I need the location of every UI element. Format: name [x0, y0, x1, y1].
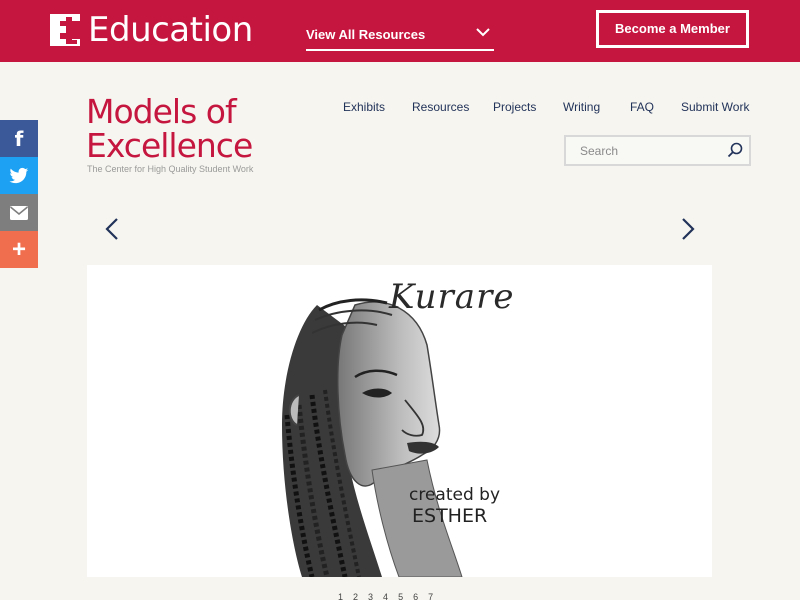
dropdown-label: View All Resources: [306, 27, 426, 42]
carousel-prev-arrow-icon[interactable]: [104, 217, 120, 241]
nav-item-writing[interactable]: Writing: [563, 100, 600, 114]
top-bar: Education View All Resources Become a Me…: [0, 0, 800, 62]
brand-subtitle: The Center for High Quality Student Work: [87, 164, 254, 174]
carousel-next-arrow-icon[interactable]: [680, 217, 696, 241]
nav-item-projects[interactable]: Projects: [493, 100, 536, 114]
search-box: [564, 135, 751, 166]
search-icon[interactable]: [727, 142, 743, 158]
twitter-icon: [9, 167, 29, 183]
models-of-excellence-logo[interactable]: Models of Excellence: [86, 95, 286, 163]
brand-title-line2: Excellence: [86, 126, 253, 165]
plus-icon: +: [11, 235, 26, 263]
pager-item[interactable]: 4: [383, 593, 388, 600]
nav-item-faq[interactable]: FAQ: [630, 100, 654, 114]
social-share-bar: f +: [0, 120, 38, 268]
pager-item[interactable]: 3: [368, 593, 373, 600]
artwork-credit-line2: ESTHER: [412, 505, 488, 527]
pager-item[interactable]: 5: [398, 593, 403, 600]
more-share-button[interactable]: +: [0, 231, 38, 268]
nav-item-submit-work[interactable]: Submit Work: [681, 100, 749, 114]
facebook-share-button[interactable]: f: [0, 120, 38, 157]
pager-item[interactable]: 6: [413, 593, 418, 600]
el-logo-mark-icon: [50, 14, 80, 46]
facebook-icon: f: [14, 126, 24, 151]
el-education-logo[interactable]: Education: [50, 13, 253, 47]
nav-item-resources[interactable]: Resources: [412, 100, 469, 114]
carousel-pager: 1 2 3 4 5 6 7: [338, 593, 468, 600]
search-input[interactable]: [566, 137, 716, 164]
view-all-resources-dropdown[interactable]: View All Resources: [306, 19, 494, 51]
brand-title-line1: Models of: [86, 92, 237, 131]
artwork-title: Kurare: [389, 277, 515, 317]
carousel-slide[interactable]: Kurare created by ESTHER: [87, 265, 712, 577]
become-member-button[interactable]: Become a Member: [596, 10, 749, 48]
chevron-down-icon: [476, 28, 490, 37]
pager-item[interactable]: 7: [428, 593, 433, 600]
pager-item[interactable]: 2: [353, 593, 358, 600]
email-icon: [10, 205, 28, 220]
logo-text: Education: [88, 10, 253, 50]
email-share-button[interactable]: [0, 194, 38, 231]
artwork-credit-line1: created by: [409, 485, 501, 505]
nav-item-exhibits[interactable]: Exhibits: [343, 100, 385, 114]
pager-item[interactable]: 1: [338, 593, 343, 600]
twitter-share-button[interactable]: [0, 157, 38, 194]
